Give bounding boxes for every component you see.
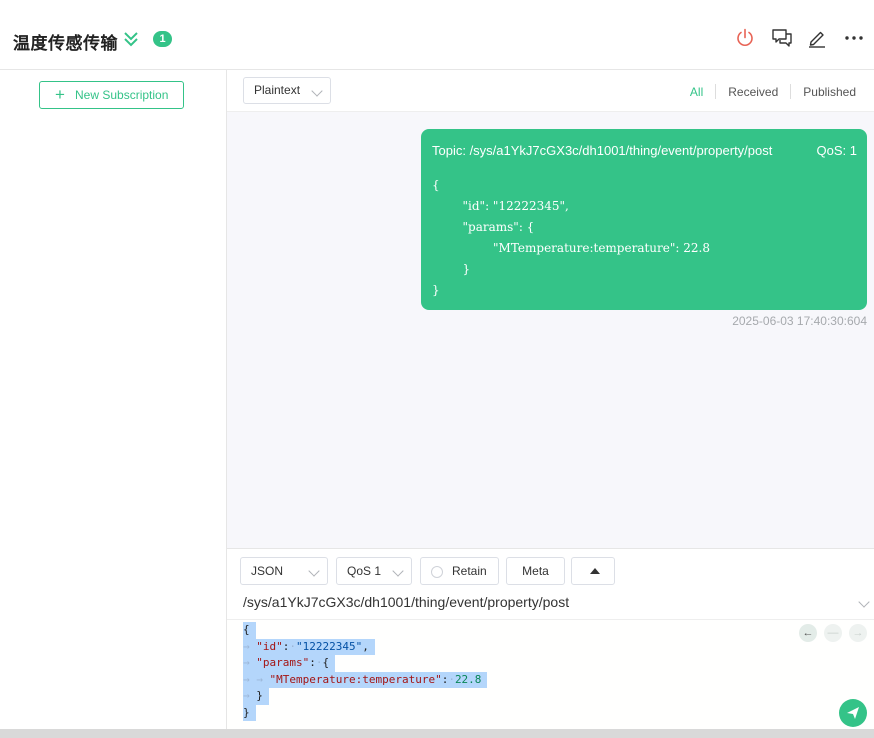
filter-tab-received[interactable]: Received [716,85,790,99]
qos-select[interactable]: QoS 1 [336,557,412,585]
history-clear-button[interactable]: — [824,624,842,642]
chat-bubbles-icon[interactable] [771,27,793,49]
payload-type-value: JSON [251,564,284,578]
message-timestamp: 2025-06-03 17:40:30:604 [732,314,867,328]
payload-code: { → "id":·"12222345", → "params":·{ → → … [243,622,488,721]
new-subscription-label: New Subscription [75,88,169,102]
caret-up-icon [590,568,600,574]
expand-up-button[interactable] [571,557,615,585]
payload-editor[interactable]: { → "id":·"12222345", → "params":·{ → → … [227,619,874,738]
topic-input[interactable]: /sys/a1YkJ7cGX3c/dh1001/thing/event/prop… [243,594,569,610]
filter-tab-all[interactable]: All [678,85,715,99]
message-filter-tabs: All Received Published [678,84,868,99]
connection-title: 温度传感传输 [13,34,118,54]
connection-header: 温度传感传输 1 [0,0,874,70]
connection-count-badge: 1 [153,31,172,47]
history-forward-button[interactable]: → [849,624,867,642]
payload-format-value: Plaintext [254,83,301,97]
message-topic: Topic: /sys/a1YkJ7cGX3c/dh1001/thing/eve… [432,143,773,158]
double-chevron-down-icon[interactable] [122,30,140,48]
chevron-down-icon [308,565,320,577]
message-payload: { "id": "12222345", "params": { "MTemper… [432,178,710,297]
chevron-down-icon [311,85,323,97]
send-icon [847,707,859,719]
new-subscription-button[interactable]: + New Subscription [39,81,184,109]
retain-checkbox[interactable]: Retain [420,557,499,585]
qos-value: QoS 1 [347,564,382,578]
chevron-down-icon [392,565,404,577]
radio-circle-icon [431,566,443,578]
chevron-down-icon[interactable] [858,596,870,608]
published-message-bubble: Topic: /sys/a1YkJ7cGX3c/dh1001/thing/eve… [421,129,867,310]
payload-format-select[interactable]: Plaintext [243,77,331,104]
retain-label: Retain [452,564,487,578]
more-icon[interactable] [843,27,865,49]
plus-icon: + [55,85,65,104]
publish-composer: JSON QoS 1 Retain Meta /sys/a1YkJ7cGX3c/… [227,548,874,738]
meta-button[interactable]: Meta [506,557,565,585]
power-icon[interactable] [734,27,756,49]
edit-pencil-icon[interactable] [806,27,828,49]
payload-type-select[interactable]: JSON [240,557,328,585]
message-qos: QoS: 1 [816,143,857,158]
filter-tab-published[interactable]: Published [791,85,868,99]
meta-label: Meta [522,564,549,578]
window-bottom-edge [0,729,874,738]
history-back-button[interactable]: ← [799,624,817,642]
send-button[interactable] [839,699,867,727]
messages-panel: Plaintext All Received Published Topic: … [227,70,874,738]
messages-toolbar: Plaintext All Received Published [227,70,874,112]
subscriptions-sidebar: + New Subscription [0,70,227,738]
